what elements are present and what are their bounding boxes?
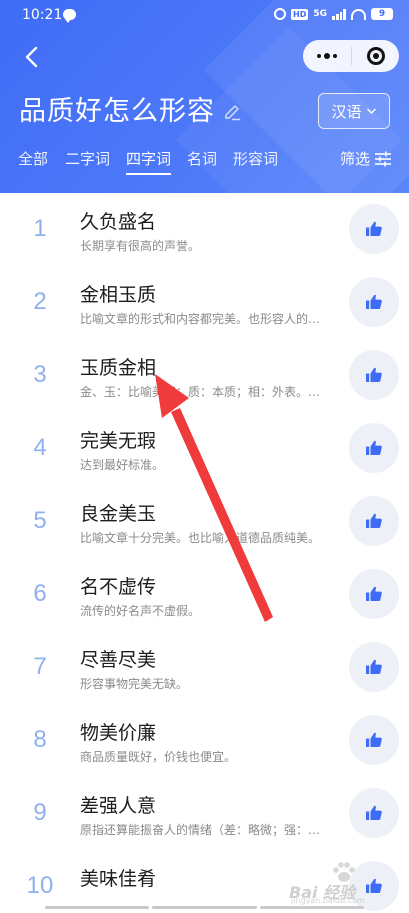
thumbs-up-icon bbox=[366, 513, 382, 528]
thumbs-up-icon bbox=[366, 586, 382, 601]
idiom-definition: 金、玉：比喻美好；质：本质；相：外表。比喻文章的形式和内容都完美。 bbox=[80, 385, 328, 399]
list-item[interactable]: 5 良金美玉比喻文章十分完美。也比喻人道德品质纯美。 bbox=[0, 485, 409, 558]
idiom-definition: 商品质量既好，价钱也便宜。 bbox=[80, 750, 237, 764]
list-item[interactable]: 9 差强人意原指还算能振奋人的情绪（差：略微；强：振奋）。 bbox=[0, 777, 409, 850]
list-item[interactable]: 7 尽善尽美形容事物完美无缺。 bbox=[0, 631, 409, 704]
list-item[interactable]: 4 完美无瑕达到最好标准。 bbox=[0, 412, 409, 485]
thumbs-up-icon bbox=[366, 221, 382, 236]
rank-number: 1 bbox=[33, 215, 47, 242]
like-button[interactable] bbox=[349, 569, 399, 619]
thumbs-up-icon bbox=[366, 294, 382, 309]
like-button[interactable] bbox=[349, 715, 399, 765]
like-button[interactable] bbox=[349, 423, 399, 473]
rank-number: 5 bbox=[33, 507, 47, 534]
chevron-left-icon bbox=[25, 46, 38, 68]
idiom-word: 尽善尽美 bbox=[80, 649, 157, 671]
close-mini-program-button[interactable] bbox=[352, 40, 399, 72]
category-tabs: 全部 二字词 四字词 名词 形容词 筛选 bbox=[0, 148, 409, 180]
idiom-definition: 达到最好标准。 bbox=[80, 458, 165, 472]
target-icon bbox=[366, 47, 385, 65]
idiom-definition: 长期享有很高的声誉。 bbox=[80, 239, 201, 253]
rank-number: 6 bbox=[33, 580, 47, 607]
thumbs-up-icon bbox=[366, 805, 382, 820]
idiom-word: 完美无瑕 bbox=[80, 430, 157, 452]
idiom-word: 美味佳肴 bbox=[80, 868, 157, 890]
message-icon bbox=[63, 9, 76, 23]
mini-program-capsule bbox=[303, 40, 399, 72]
list-item[interactable]: 8 物美价廉商品质量既好，价钱也便宜。 bbox=[0, 704, 409, 777]
like-button[interactable] bbox=[349, 642, 399, 692]
battery-icon: 9 bbox=[371, 8, 393, 20]
rank-number: 8 bbox=[33, 726, 47, 753]
thumbs-up-icon bbox=[366, 878, 382, 893]
list-item[interactable]: 1 久负盛名长期享有很高的声誉。 bbox=[0, 193, 409, 266]
alarm-icon bbox=[274, 8, 286, 20]
thumbs-up-icon bbox=[366, 440, 382, 455]
like-button[interactable] bbox=[349, 277, 399, 327]
status-time: 10:21 bbox=[22, 7, 63, 23]
language-dropdown[interactable]: 汉语 bbox=[318, 93, 390, 129]
back-button[interactable] bbox=[22, 44, 44, 70]
page-indicator bbox=[0, 906, 409, 910]
idiom-word: 金相玉质 bbox=[80, 284, 157, 306]
thumbs-up-icon bbox=[366, 367, 382, 382]
idiom-word: 物美价廉 bbox=[80, 722, 157, 744]
idiom-definition: 比喻文章十分完美。也比喻人道德品质纯美。 bbox=[80, 531, 321, 545]
status-icons: HD 5G 9 bbox=[274, 8, 393, 20]
like-button[interactable] bbox=[349, 496, 399, 546]
list-item[interactable]: 3 玉质金相金、玉：比喻美好；质：本质；相：外表。比喻文章的形式和内容都完美。 bbox=[0, 339, 409, 412]
wifi-icon bbox=[351, 8, 366, 20]
chevron-down-icon bbox=[366, 108, 376, 115]
tab-all[interactable]: 全部 bbox=[18, 148, 48, 170]
language-label: 汉语 bbox=[331, 102, 362, 121]
status-bar: 10:21 HD 5G 9 bbox=[0, 0, 409, 34]
list-item[interactable]: 2 金相玉质比喻文章的形式和内容都完美。也形容人的相貌和品质都很好。 bbox=[0, 266, 409, 339]
network-label: 5G bbox=[313, 8, 327, 19]
tab-four-char[interactable]: 四字词 bbox=[126, 148, 172, 175]
like-button[interactable] bbox=[349, 788, 399, 838]
rank-number: 9 bbox=[33, 799, 47, 826]
thumbs-up-icon bbox=[366, 732, 382, 747]
idiom-word: 名不虚传 bbox=[80, 576, 157, 598]
results-list: 1 久负盛名长期享有很高的声誉。 2 金相玉质比喻文章的形式和内容都完美。也形容人的相… bbox=[0, 193, 409, 913]
idiom-word: 差强人意 bbox=[80, 795, 157, 817]
idiom-word: 久负盛名 bbox=[80, 211, 157, 233]
page-title: 品质好怎么形容 bbox=[19, 96, 215, 127]
idiom-definition: 形容事物完美无缺。 bbox=[80, 677, 189, 691]
like-button[interactable] bbox=[349, 350, 399, 400]
more-options-button[interactable] bbox=[303, 40, 351, 72]
rank-number: 3 bbox=[33, 361, 47, 388]
idiom-definition: 原指还算能振奋人的情绪（差：略微；强：振奋）。 bbox=[80, 823, 328, 837]
rank-number: 4 bbox=[33, 434, 47, 461]
idiom-word: 玉质金相 bbox=[80, 357, 157, 379]
tab-adjective[interactable]: 形容词 bbox=[233, 148, 278, 170]
idiom-definition: 流传的好名声不虚假。 bbox=[80, 604, 201, 618]
filter-button[interactable]: 筛选 bbox=[340, 148, 392, 170]
list-item[interactable]: 10 美味佳肴 bbox=[0, 850, 409, 913]
idiom-word: 良金美玉 bbox=[80, 503, 157, 525]
like-button[interactable] bbox=[349, 204, 399, 254]
rank-number: 2 bbox=[33, 288, 47, 315]
header: 10:21 HD 5G 9 品质好怎么形容 汉语 全部 二字词 四字词 名词 形… bbox=[0, 0, 409, 193]
idiom-definition: 比喻文章的形式和内容都完美。也形容人的相貌和品质都很好。 bbox=[80, 312, 328, 326]
rank-number: 7 bbox=[33, 653, 47, 680]
like-button[interactable] bbox=[349, 861, 399, 911]
rank-number: 10 bbox=[26, 872, 54, 899]
filter-icon bbox=[375, 151, 392, 167]
hd-badge: HD bbox=[291, 8, 309, 20]
signal-icon bbox=[332, 8, 346, 20]
filter-label: 筛选 bbox=[340, 150, 371, 168]
thumbs-up-icon bbox=[366, 659, 382, 674]
tab-two-char[interactable]: 二字词 bbox=[65, 148, 110, 170]
list-item[interactable]: 6 名不虚传流传的好名声不虚假。 bbox=[0, 558, 409, 631]
edit-icon[interactable] bbox=[222, 101, 242, 121]
tab-noun[interactable]: 名词 bbox=[187, 148, 217, 170]
